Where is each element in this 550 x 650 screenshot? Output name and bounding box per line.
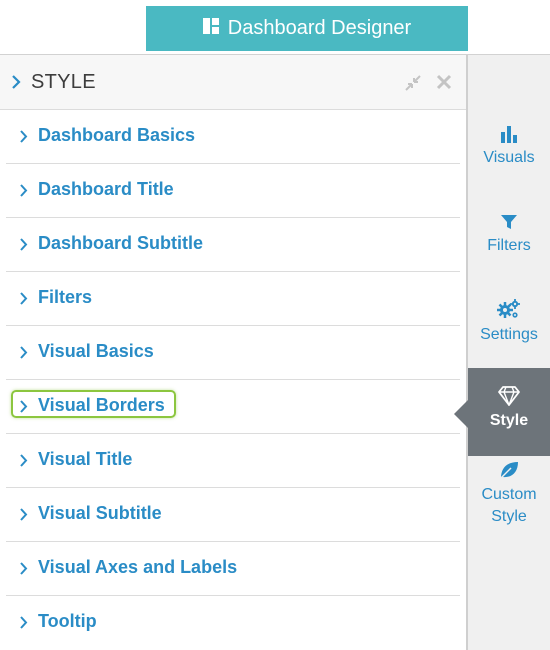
dashboard-designer-button[interactable]: Dashboard Designer [146, 6, 468, 51]
chevron-right-icon [19, 184, 28, 202]
section-label: Visual Axes and Labels [38, 557, 238, 577]
diamond-icon [468, 368, 550, 406]
section-label: Tooltip [38, 611, 97, 631]
tab-label-line2: Style [491, 508, 527, 525]
section-visual-axes-and-labels[interactable]: Visual Axes and Labels [0, 542, 466, 596]
active-tab-pointer [454, 400, 468, 428]
section-visual-borders[interactable]: Visual Borders [0, 380, 466, 434]
chevron-right-icon [11, 75, 21, 94]
dashboard-designer-label: Dashboard Designer [227, 17, 412, 39]
leaf-icon [468, 460, 550, 480]
section-label: Visual Borders [38, 395, 165, 415]
tab-filters[interactable]: Filters [468, 213, 550, 257]
tab-label: Style [489, 412, 529, 429]
collapse-icon[interactable] [404, 74, 422, 97]
tab-label-line1: Custom [481, 486, 537, 503]
section-label: Visual Title [38, 449, 133, 469]
bar-chart-icon [468, 123, 550, 143]
tab-label: Filters [487, 237, 531, 254]
close-icon[interactable] [436, 74, 452, 95]
tab-style[interactable]: Style [468, 368, 550, 456]
side-tab-strip: Visuals Filters Settings Style Custom St… [468, 55, 550, 650]
chevron-right-icon [19, 238, 28, 256]
chevron-right-icon [19, 454, 28, 472]
chevron-right-icon [19, 400, 28, 418]
tab-settings[interactable]: Settings [468, 298, 550, 346]
section-list: Dashboard Basics Dashboard Title Dashboa… [0, 110, 466, 650]
dashboard-layout-icon [202, 17, 219, 40]
section-label: Filters [38, 287, 93, 307]
section-filters[interactable]: Filters [0, 272, 466, 326]
filter-icon [468, 213, 550, 231]
section-label: Visual Basics [38, 341, 154, 361]
section-label: Dashboard Basics [38, 125, 196, 145]
tab-label: Visuals [483, 149, 535, 166]
gears-icon [468, 298, 550, 320]
section-dashboard-subtitle[interactable]: Dashboard Subtitle [0, 218, 466, 272]
section-label: Dashboard Subtitle [38, 233, 204, 253]
tab-label: Settings [480, 326, 538, 343]
section-dashboard-title[interactable]: Dashboard Title [0, 164, 466, 218]
section-dashboard-basics[interactable]: Dashboard Basics [0, 110, 466, 164]
section-visual-subtitle[interactable]: Visual Subtitle [0, 488, 466, 542]
chevron-right-icon [19, 616, 28, 634]
tab-visuals[interactable]: Visuals [468, 123, 550, 169]
chevron-right-icon [19, 508, 28, 526]
section-visual-basics[interactable]: Visual Basics [0, 326, 466, 380]
style-panel: STYLE Dashboard Basics Dashboard Title D [0, 55, 466, 650]
chevron-right-icon [19, 562, 28, 580]
chevron-right-icon [19, 130, 28, 148]
panel-title: STYLE [31, 71, 96, 93]
section-visual-title[interactable]: Visual Title [0, 434, 466, 488]
section-label: Visual Subtitle [38, 503, 162, 523]
section-tooltip[interactable]: Tooltip [0, 596, 466, 650]
chevron-right-icon [19, 346, 28, 364]
chevron-right-icon [19, 292, 28, 310]
panel-header[interactable]: STYLE [0, 55, 466, 110]
section-label: Dashboard Title [38, 179, 174, 199]
tab-custom-style[interactable]: Custom Style [468, 460, 550, 528]
top-bar: Dashboard Designer [0, 0, 550, 55]
